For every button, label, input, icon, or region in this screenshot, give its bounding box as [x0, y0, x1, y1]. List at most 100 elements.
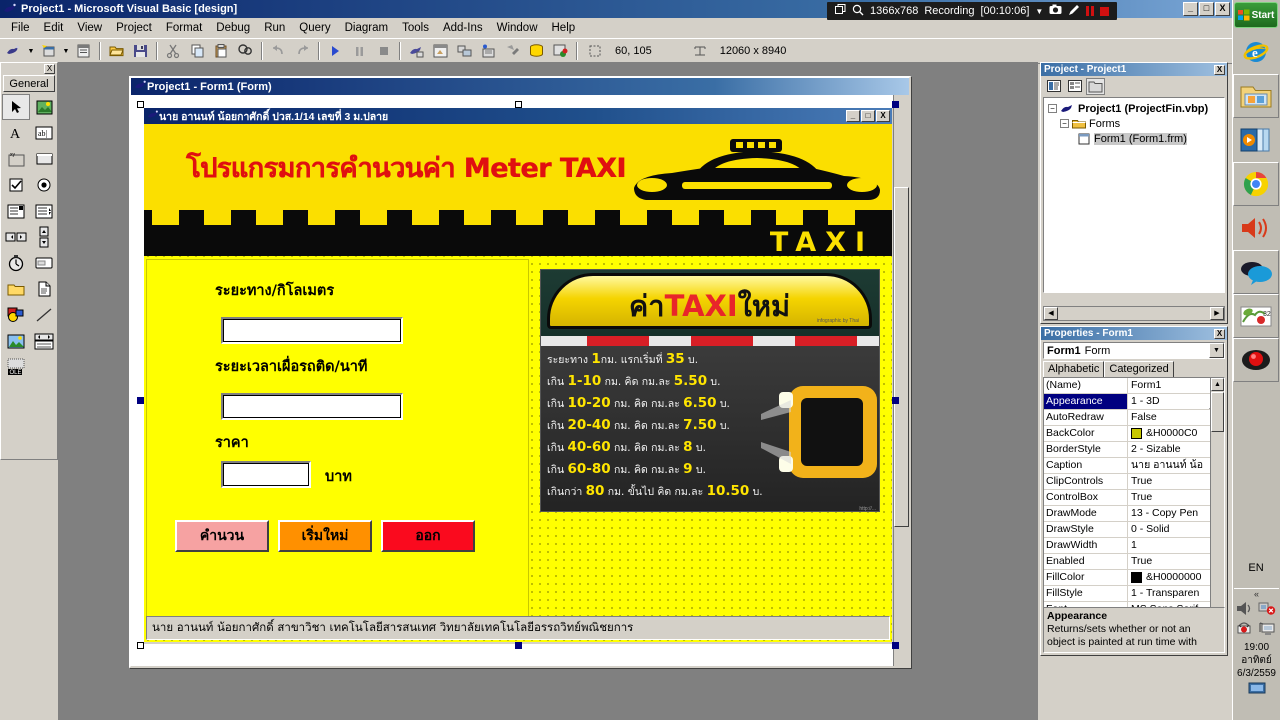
- toolbox-icon[interactable]: [501, 40, 524, 62]
- vscrollbar-icon[interactable]: [30, 224, 58, 250]
- tray-expand-chevron[interactable]: «: [1234, 589, 1279, 601]
- menu-bar[interactable]: File Edit View Project Format Debug Run …: [0, 18, 1232, 38]
- property-row[interactable]: FillStyle 1 - Transparen: [1044, 586, 1224, 602]
- tree-node-forms[interactable]: − Forms: [1046, 116, 1222, 131]
- drivelistbox-icon[interactable]: [30, 250, 58, 276]
- find-icon[interactable]: [234, 40, 257, 62]
- image-icon[interactable]: [2, 328, 30, 354]
- toolbox-close-button[interactable]: X: [44, 64, 55, 74]
- view-code-icon[interactable]: [1044, 77, 1063, 95]
- distance-input[interactable]: [221, 317, 403, 344]
- filelistbox-icon[interactable]: [30, 276, 58, 302]
- property-row[interactable]: ClipControls True: [1044, 474, 1224, 490]
- property-row[interactable]: DrawStyle 0 - Solid: [1044, 522, 1224, 538]
- pause-icon[interactable]: [348, 40, 371, 62]
- folder-icon[interactable]: [1233, 74, 1279, 118]
- add-project-icon[interactable]: [2, 40, 25, 62]
- checkbox-icon[interactable]: [2, 172, 30, 198]
- close-button[interactable]: X: [1215, 2, 1230, 16]
- reset-button[interactable]: เริ่มใหม่: [278, 520, 372, 552]
- menu-view[interactable]: View: [70, 20, 109, 36]
- record-icon[interactable]: [1233, 338, 1279, 382]
- tree-collapse-toggle-forms[interactable]: −: [1060, 119, 1069, 128]
- recorder-pause-icon[interactable]: [1086, 6, 1095, 16]
- properties-vertical-scrollbar[interactable]: ▲ ▼: [1210, 378, 1224, 630]
- form-layout-icon[interactable]: [453, 40, 476, 62]
- add-form-icon[interactable]: [37, 40, 60, 62]
- resize-handle-nw[interactable]: [137, 101, 144, 108]
- resize-handle-e[interactable]: [892, 397, 899, 404]
- form-maximize-button[interactable]: □: [861, 110, 875, 122]
- menu-project[interactable]: Project: [109, 20, 159, 36]
- project-toolbar[interactable]: [1041, 76, 1227, 96]
- scroll-left-arrow[interactable]: ◀: [1044, 307, 1058, 320]
- menu-tools[interactable]: Tools: [395, 20, 436, 36]
- shape-icon[interactable]: [2, 302, 30, 328]
- recorder-pen-icon[interactable]: [1068, 4, 1080, 19]
- form-minimize-button[interactable]: _: [846, 110, 860, 122]
- network-error-icon[interactable]: [1258, 601, 1276, 621]
- label-icon[interactable]: A: [2, 120, 30, 146]
- add-form-dropdown[interactable]: ▼: [61, 40, 71, 62]
- chevron-down-icon[interactable]: ▼: [1209, 343, 1224, 358]
- dirlistbox-icon[interactable]: [2, 276, 30, 302]
- properties-scroll-thumb[interactable]: [1211, 392, 1224, 432]
- tree-node-form1[interactable]: Form1 (Form1.frm): [1046, 131, 1222, 146]
- tray-icons[interactable]: [1234, 601, 1279, 641]
- add-project-dropdown[interactable]: ▼: [26, 40, 36, 62]
- calculate-button[interactable]: คำนวน: [175, 520, 269, 552]
- stop-icon[interactable]: [372, 40, 395, 62]
- exit-button[interactable]: ออก: [381, 520, 475, 552]
- resize-handle-sw[interactable]: [137, 642, 144, 649]
- recorder-window-icon[interactable]: [835, 4, 846, 18]
- hscrollbar-icon[interactable]: [2, 224, 30, 250]
- chat-icon[interactable]: [1233, 250, 1279, 294]
- menu-run[interactable]: Run: [257, 20, 292, 36]
- resize-handle-se[interactable]: [892, 642, 899, 649]
- properties-tabs[interactable]: Alphabetic Categorized: [1041, 361, 1227, 377]
- menu-format[interactable]: Format: [159, 20, 209, 36]
- toolbox-tab-general[interactable]: General: [3, 75, 55, 92]
- data-view-icon[interactable]: [525, 40, 548, 62]
- combobox-icon[interactable]: [2, 198, 30, 224]
- menu-diagram[interactable]: Diagram: [338, 20, 395, 36]
- recorder-camera-icon[interactable]: [1049, 4, 1062, 18]
- resize-handle-w[interactable]: [137, 397, 144, 404]
- copy-icon[interactable]: [186, 40, 209, 62]
- redo-icon[interactable]: [291, 40, 314, 62]
- visual-component-manager-icon[interactable]: [549, 40, 572, 62]
- property-value[interactable]: &H0000000: [1146, 570, 1201, 585]
- menu-addins[interactable]: Add-Ins: [436, 20, 490, 36]
- project-tree[interactable]: − Project1 (ProjectFin.vbp) − Forms Form…: [1043, 97, 1225, 293]
- cut-icon[interactable]: [162, 40, 185, 62]
- recorder-dropdown-icon[interactable]: ▼: [1035, 7, 1043, 16]
- maximize-button[interactable]: □: [1199, 2, 1214, 16]
- menu-help[interactable]: Help: [545, 20, 583, 36]
- picturebox-icon[interactable]: [30, 94, 58, 120]
- optionbutton-icon[interactable]: [30, 172, 58, 198]
- paste-icon[interactable]: [210, 40, 233, 62]
- start-button[interactable]: Start: [1234, 2, 1278, 28]
- line-icon[interactable]: [30, 302, 58, 328]
- tab-alphabetic[interactable]: Alphabetic: [1043, 361, 1105, 377]
- undo-icon[interactable]: [267, 40, 290, 62]
- menu-window[interactable]: Window: [490, 20, 545, 36]
- tree-collapse-toggle[interactable]: −: [1048, 104, 1057, 113]
- standard-toolbar[interactable]: ▼ ▼ 60, 105 12060 x 8940: [0, 38, 1232, 64]
- run-icon[interactable]: [324, 40, 347, 62]
- pointer-icon[interactable]: [2, 94, 30, 120]
- property-row[interactable]: DrawWidth 1: [1044, 538, 1224, 554]
- volume-icon[interactable]: [1233, 206, 1279, 250]
- timer-icon[interactable]: [2, 250, 30, 276]
- property-row[interactable]: BorderStyle 2 - Sizable: [1044, 442, 1224, 458]
- menu-query[interactable]: Query: [292, 20, 337, 36]
- save-project-icon[interactable]: [129, 40, 152, 62]
- vb-form[interactable]: นาย อานนท์ น้อยกาศักดิ์ ปวส.1/14 เลขที่ …: [142, 106, 894, 644]
- resize-handle-ne[interactable]: [892, 101, 899, 108]
- menu-debug[interactable]: Debug: [209, 20, 257, 36]
- project-horizontal-scrollbar[interactable]: ◀ ▶: [1043, 306, 1225, 321]
- toggle-folders-icon[interactable]: [1086, 77, 1105, 95]
- chrome-icon[interactable]: [1233, 162, 1279, 206]
- main-window-controls[interactable]: _ □ X: [1183, 2, 1232, 16]
- menu-edit[interactable]: Edit: [37, 20, 71, 36]
